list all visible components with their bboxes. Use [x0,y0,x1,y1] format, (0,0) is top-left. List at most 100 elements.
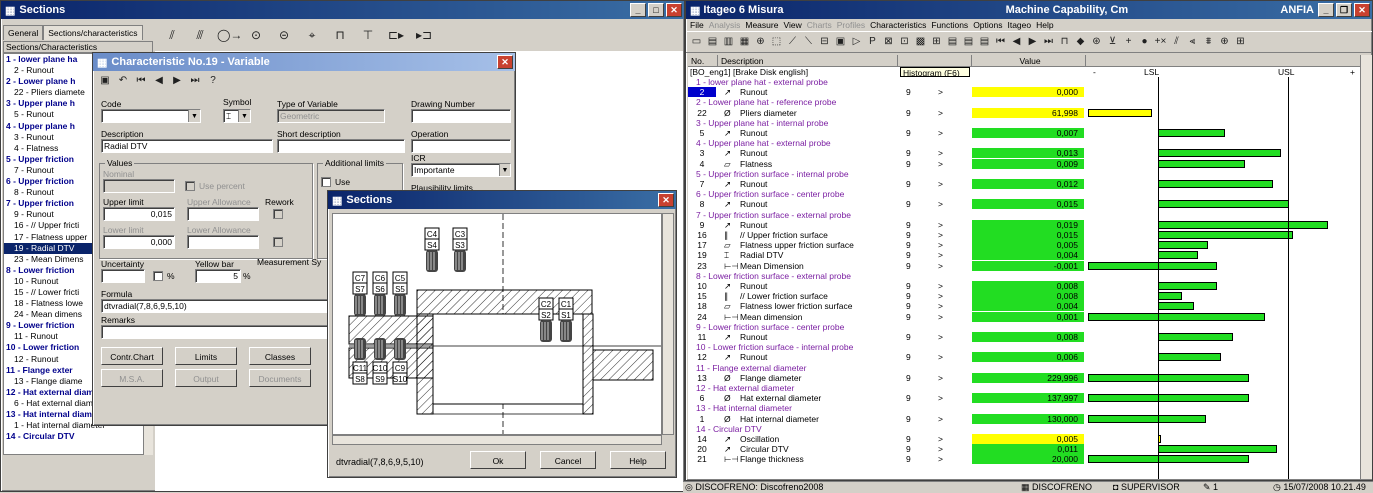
menu-view[interactable]: View [783,19,801,31]
diagram-close-button[interactable]: ✕ [658,193,674,207]
section-row[interactable]: 14 - Circular DTV [688,424,1360,434]
toolbar-icon[interactable]: ▦ [737,34,752,50]
restore-button[interactable]: ❐ [1336,3,1352,17]
sections-titlebar[interactable]: ▦ Sections _ □ ✕ [1,1,684,19]
formula-input[interactable]: dtvradial(7,8,6,9,5,10) [101,299,337,313]
toolbar-icon[interactable]: + [1121,34,1136,50]
section-row[interactable]: 9 - Lower friction surface - center prob… [688,322,1360,332]
use-additional-checkbox[interactable] [321,177,331,187]
toolbar-icon[interactable]: ⊕ [753,34,768,50]
lower-limit-input[interactable]: 0,000 [103,235,175,249]
mc-titlebar[interactable]: ▦ Itageo 6 Misura Machine Capability, Cm… [686,1,1372,19]
operation-input[interactable] [411,139,511,153]
toolbar-icon[interactable]: ▤ [705,34,720,50]
table-row[interactable]: 6 Ø Hat external diameter 9 >137,997 [688,393,1360,404]
output-button[interactable]: Output [175,369,237,387]
section-row[interactable]: 11 - Flange external diameter [688,363,1360,373]
menu-options[interactable]: Options [973,19,1002,31]
menu-charts[interactable]: Charts [807,19,832,31]
toolbar-icon[interactable]: ⟋ [785,34,800,50]
cancel-button[interactable]: Cancel [540,451,596,469]
section-row[interactable]: 12 - Hat external diameter [688,383,1360,393]
toolbar-icon[interactable]: ⫷ [1185,34,1200,50]
toolbar-icon[interactable]: ⊡ [897,34,912,50]
minimize-button[interactable]: _ [1318,3,1334,17]
toolbar-icon[interactable]: P [865,34,880,50]
table-row[interactable]: 18 ▱ Flatness lower friction surface 9 >0,00… [688,301,1360,312]
toolbar-icon[interactable]: ⬚ [769,34,784,50]
menu-characteristics[interactable]: Characteristics [870,19,926,31]
menu-file[interactable]: File [690,19,704,31]
table-row[interactable]: 22 Ø Pliers diameter 9 >61,998 [688,107,1360,118]
undo-icon[interactable]: ↶ [115,73,131,89]
symbol-select[interactable]: ⌶ ▼ [223,109,251,123]
table-row[interactable]: 9 ↗ Runout 9 >0,019 [688,219,1360,230]
table-row[interactable]: 19 ⌶ Radial DTV 9 >0,004 [688,250,1360,261]
toolbar-icon[interactable]: ⊟ [817,34,832,50]
close-button[interactable]: ✕ [666,3,682,17]
toolbar-icon[interactable]: ⊠ [881,34,896,50]
rework-checkbox[interactable] [273,209,283,219]
table-row[interactable]: 21 ⊢⊣ Flange thickness 9 >20,000 [688,454,1360,465]
toolbar-icon[interactable]: ⊞ [929,34,944,50]
upper-allowance-input[interactable] [187,207,259,221]
toolbar-icon[interactable]: ⊞ [1233,34,1248,50]
table-row[interactable]: 1 Ø Hat internal diameter 9 >130,000 [688,413,1360,424]
table-row[interactable]: 3 ↗ Runout 9 >0,013 [688,148,1360,159]
toolbar-icon[interactable]: ▩ [913,34,928,50]
ok-button[interactable]: Ok [470,451,526,469]
description-input[interactable]: Radial DTV [101,139,273,153]
close-button[interactable]: ✕ [1354,3,1370,17]
remarks-input[interactable] [101,325,337,339]
arrow-box-icon[interactable]: ⊏▸ [385,27,407,43]
toolbar-icon[interactable]: ▷ [849,34,864,50]
first-record-icon[interactable]: ⏮ [133,73,149,89]
table-row[interactable]: 4 ▱ Flatness 9 >0,009 [688,158,1360,169]
toolbar-icon[interactable]: ⫽ [1169,34,1184,50]
menu-analysis[interactable]: Analysis [709,19,741,31]
table-row[interactable]: 24 ⊢⊣ Mean dimension 9 >0,001 [688,311,1360,322]
toolbar-icon[interactable]: ▣ [833,34,848,50]
help-button[interactable]: Help [610,451,666,469]
table-row[interactable]: 14 ↗ Oscillation 9 >0,005 [688,434,1360,444]
table-row[interactable]: 5 ↗ Runout 9 >0,007 [688,128,1360,138]
uncertainty-input[interactable] [101,269,145,283]
toolbar-icon[interactable]: ▥ [721,34,736,50]
link-icon[interactable]: ⊓ [329,27,351,43]
tree-item[interactable]: 14 - Circular DTV [4,431,152,442]
circle-runout-icon[interactable]: ⊙ [245,27,267,43]
flatness-icon[interactable]: ⫻ [189,27,211,43]
toolbar-icon[interactable]: ⊓ [1057,34,1072,50]
table-row[interactable]: 12 ↗ Runout 9 >0,006 [688,352,1360,363]
rework-lower-checkbox[interactable] [273,237,283,247]
table-row[interactable]: 23 ⊢⊣ Mean Dimension 9 > -0,001 [688,260,1360,271]
table-row[interactable]: 17 ▱ Flatness upper friction surface 9 >0,00… [688,240,1360,251]
section-row[interactable]: 1 - lower plane hat - external probe [688,77,1360,87]
circle-arrow-icon[interactable]: ◯→ [217,27,242,43]
table-icon[interactable]: ⊤ [357,27,379,43]
maximize-button[interactable]: □ [648,3,664,17]
toolbar-icon[interactable]: ⊛ [1089,34,1104,50]
toolbar-icon[interactable]: ▤ [945,34,960,50]
mc-vscroll[interactable] [1360,55,1372,479]
yellow-bar-input[interactable]: 5 [195,269,241,283]
save-icon[interactable]: ▣ [97,73,113,89]
section-row[interactable]: 4 - Upper plane hat - external probe [688,138,1360,148]
tab-sections-characteristics[interactable]: Sections/characteristics [43,25,143,40]
table-row[interactable]: 2 ↗ Runout 9 >0,000 [688,87,1360,98]
toolbar-icon[interactable]: ⏮ [993,34,1008,50]
nominal-input[interactable] [103,179,175,193]
mc-grid[interactable]: [BO_eng1] [Brake Disk english] Histogram… [688,67,1360,479]
diagram-hscroll[interactable] [332,435,662,445]
tab-general[interactable]: General [3,25,44,40]
section-row[interactable]: 13 - Hat internal diameter [688,403,1360,413]
documents-button[interactable]: Documents [249,369,311,387]
section-row[interactable]: 8 - Lower friction surface - external pr… [688,271,1360,281]
table-row[interactable]: 8 ↗ Runout 9 >0,015 [688,199,1360,210]
short-description-input[interactable] [277,139,405,153]
classes-button[interactable]: Classes [249,347,311,365]
section-row[interactable]: 3 - Upper plane hat - internal probe [688,118,1360,128]
toolbar-icon[interactable]: ▶ [1025,34,1040,50]
characteristic-close-button[interactable]: ✕ [497,55,513,69]
toolbar-icon[interactable]: ⩩ [1201,34,1216,50]
